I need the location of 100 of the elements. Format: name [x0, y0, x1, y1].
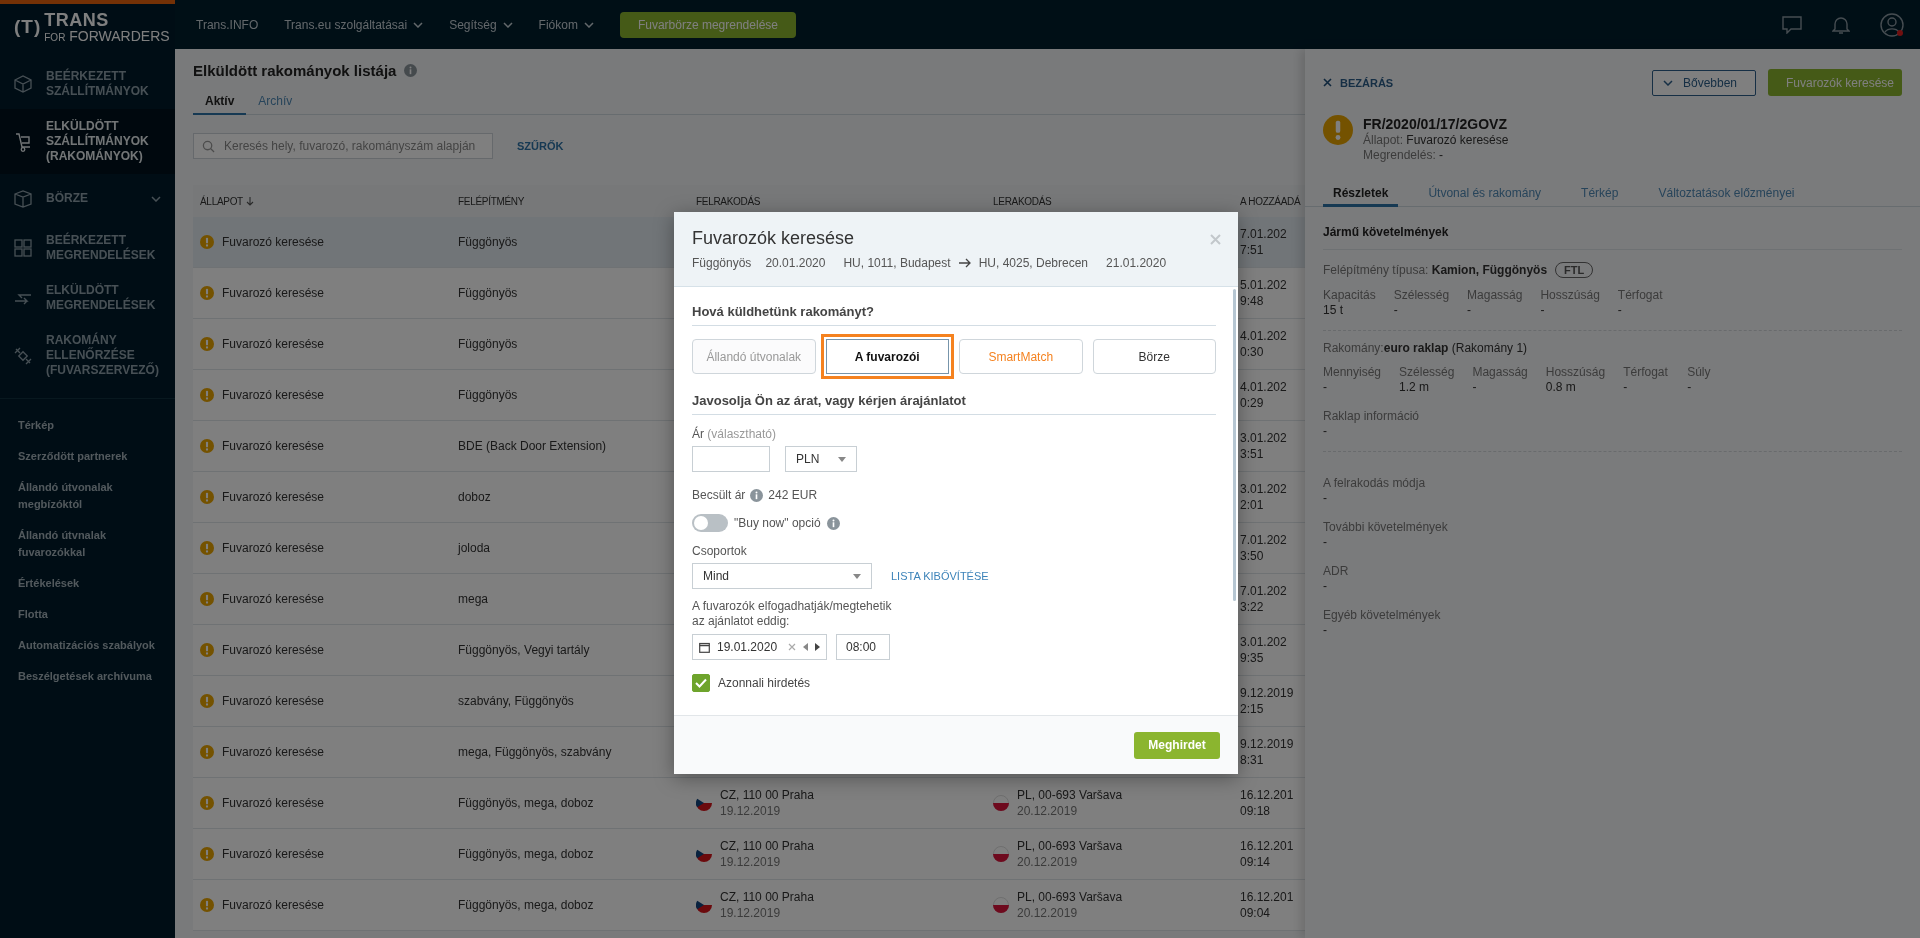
spec-value: - [1540, 303, 1546, 318]
spec-label: Kapacitás [1323, 288, 1376, 303]
cargo-text: Rakomány:euro raklap (Rakomány 1) [1323, 341, 1529, 355]
dialog-title: Fuvarozók keresése [692, 227, 855, 250]
toggle-label: "Buy now" opció [734, 516, 821, 530]
section-heading: Javosolja Ön az árat, vagy kérjen árajánlatot [692, 376, 1216, 415]
estimate-label: Becsült ár [692, 488, 746, 502]
summary-text: 21.01.2020 [1106, 256, 1167, 270]
spec-label: Térfogat [1617, 288, 1664, 303]
date-text: 16.12.201 [1240, 839, 1294, 853]
table-cell: szabvány, Függönyös [458, 694, 574, 708]
date-text: 9.12.2019 [1240, 737, 1294, 751]
date-text: 16.12.201 [1240, 788, 1294, 802]
date-text: 4.01.202 [1240, 380, 1287, 394]
date-text: 3.01.202 [1240, 431, 1287, 445]
field-label: További követelmények [1323, 520, 1449, 535]
spec-label: Szélesség [1393, 288, 1450, 303]
status-text: Fuvarozó keresése [222, 337, 325, 351]
status-text: Fuvarozó keresése [222, 592, 325, 606]
place-text: CZ, 110 00 Praha [720, 889, 814, 905]
table-cell: mega [458, 592, 489, 606]
status-text: Fuvarozó keresése [222, 643, 325, 657]
spec-value: 1.2 m [1399, 380, 1431, 395]
date-text: 16.12.201 [1240, 890, 1294, 904]
field-value: - [1323, 535, 1328, 550]
table-cell: Függönyös, Vegyi tartály [458, 643, 590, 657]
summary-text: 20.01.2020 [765, 256, 826, 270]
date-text: 20.12.2019 [1017, 854, 1079, 870]
spec-value: - [1323, 380, 1328, 395]
date-text: 4.01.202 [1240, 329, 1287, 343]
time-text: 8:31 [1240, 753, 1264, 767]
order-line: Megrendelés: - [1363, 148, 1445, 163]
spec-value: - [1467, 303, 1473, 318]
date-text: 19.12.2019 [720, 803, 782, 819]
spec-label: Magasság [1472, 365, 1528, 380]
spec-label: Mennyiség [1323, 365, 1382, 380]
date-text: 7.01.202 [1240, 584, 1287, 598]
status-text: Fuvarozó keresése [222, 286, 325, 300]
spec-value: - [1472, 380, 1478, 395]
place-text: PL, 00-693 Varšava [1017, 787, 1123, 803]
spec-value: 15 t [1323, 303, 1344, 318]
time-text: 09:14 [1240, 855, 1271, 869]
status-line: Állapot: Fuvarozó keresése [1363, 133, 1509, 148]
time-text: 2:01 [1240, 498, 1264, 512]
table-cell: Függönyös [458, 235, 518, 249]
table-cell: BDE (Back Door Extension) [458, 439, 607, 453]
date-text: 19.12.2019 [720, 905, 782, 921]
time-text: 3:50 [1240, 549, 1264, 563]
table-cell: mega, Függönyös, szabvány [458, 745, 612, 759]
spec-value: - [1623, 380, 1629, 395]
time-text: 09:04 [1240, 906, 1271, 920]
field-value: - [1323, 623, 1328, 638]
table-cell: Függönyös [458, 337, 518, 351]
status-text: Fuvarozó keresése [222, 847, 325, 861]
field-label: A fuvarozók elfogadhatják/megtehetik az ajánlatot eddig: [692, 599, 893, 629]
field-value: - [1323, 424, 1328, 439]
date-text: 20.12.2019 [1017, 803, 1079, 819]
status-text: Fuvarozó keresése [222, 439, 325, 453]
shipment-id: FR/2020/01/17/2GOVZ [1363, 115, 1508, 132]
table-cell: Függönyös, mega, doboz [458, 796, 594, 810]
section-title: Jármű követelmények [1323, 207, 1902, 250]
status-text: Fuvarozó keresése [222, 745, 325, 759]
field-label: Raklap információ [1323, 409, 1421, 424]
date-text: 5.01.202 [1240, 278, 1287, 292]
field-value: - [1323, 491, 1328, 506]
table-cell: Függönyös [458, 388, 518, 402]
status-text: Fuvarozó keresése [222, 388, 325, 402]
date-text: 3.01.202 [1240, 482, 1287, 496]
field-label: A felrakodás módja [1323, 476, 1427, 491]
summary-text: HU, 1011, Budapest [843, 256, 951, 270]
spec-label: Súly [1687, 365, 1712, 380]
spec-label: Magasság [1467, 288, 1523, 303]
summary-text: HU, 4025, Debrecen [978, 256, 1089, 270]
time-text: 3:51 [1240, 447, 1264, 461]
status-text: Fuvarozó keresése [222, 898, 325, 912]
spec-label: Hosszúság [1540, 288, 1600, 303]
date-text: 7.01.202 [1240, 227, 1287, 241]
table-cell: Függönyös, mega, doboz [458, 847, 594, 861]
status-text: Fuvarozó keresése [222, 490, 325, 504]
body-type-text: Felépítmény típusa: Kamion, Függönyös [1323, 263, 1548, 277]
checkbox-label: Azonnali hirdetés [718, 676, 811, 690]
table-cell: Függönyös, mega, doboz [458, 898, 594, 912]
status-text: Fuvarozó keresése [222, 796, 325, 810]
date-text: 7.01.202 [1240, 533, 1287, 547]
time-text: 7:51 [1240, 243, 1264, 257]
status-text: Fuvarozó keresése [222, 694, 325, 708]
time-text: 0:29 [1240, 396, 1264, 410]
field-label: Csoportok [692, 544, 748, 558]
table-cell: doboz [458, 490, 491, 504]
spec-label: Hosszúság [1545, 365, 1606, 380]
table-cell: joloda [458, 541, 491, 555]
date-text: 3.01.202 [1240, 635, 1287, 649]
place-text: CZ, 110 00 Praha [720, 838, 814, 854]
place-text: PL, 00-693 Varšava [1017, 838, 1123, 854]
time-text: 2:15 [1240, 702, 1264, 716]
page-title: Elküldött rakományok listája [193, 61, 397, 79]
time-text: 09:18 [1240, 804, 1271, 818]
place-text: PL, 00-693 Varšava [1017, 889, 1123, 905]
time-text: 0:30 [1240, 345, 1264, 359]
date-text: 19.12.2019 [720, 854, 782, 870]
